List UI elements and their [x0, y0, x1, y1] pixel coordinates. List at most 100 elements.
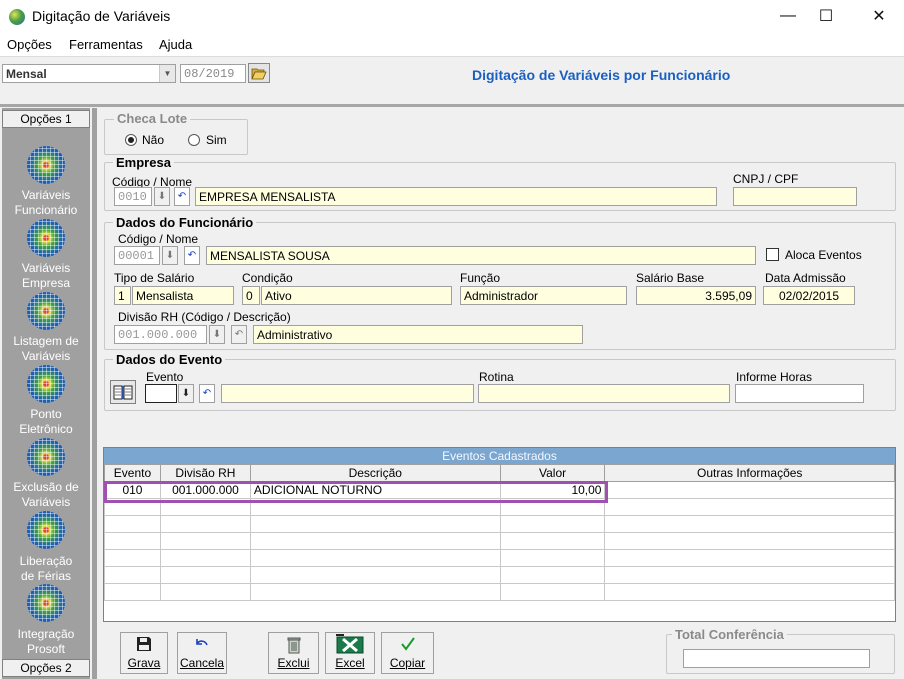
grava-button[interactable]: Grava [120, 632, 168, 674]
cnpj-field[interactable] [733, 187, 857, 206]
salario-base-field[interactable]: 3.595,09 [636, 286, 756, 305]
col-outras-informacoes[interactable]: Outras Informações [604, 464, 895, 482]
condicao-codigo[interactable]: 0 [242, 286, 260, 305]
evento-codigo-field[interactable] [145, 384, 177, 403]
menu-ferramentas[interactable]: Ferramentas [69, 37, 143, 52]
undo-icon[interactable]: ↶ [231, 325, 247, 344]
evento-legend: Dados do Evento [113, 352, 226, 367]
menu-opcoes[interactable]: Opções [7, 37, 52, 52]
sidebar-item-listagem-variaveis[interactable]: Listagem de Variáveis [2, 334, 90, 364]
checa-lote-legend: Checa Lote [114, 111, 191, 126]
globe-icon[interactable] [27, 146, 65, 184]
rotina-label: Rotina [479, 370, 514, 384]
folder-icon [251, 68, 267, 79]
trash-icon [287, 637, 300, 654]
download-icon[interactable]: ⬇ [178, 384, 194, 403]
table-row[interactable] [104, 566, 895, 584]
globe-icon[interactable] [27, 584, 65, 622]
col-evento[interactable]: Evento [104, 464, 161, 482]
rotina-field[interactable] [478, 384, 730, 403]
checkmark-icon [400, 637, 415, 651]
window-title: Digitação de Variáveis [32, 8, 171, 24]
funcao-label: Função [460, 271, 501, 285]
table-row[interactable] [104, 583, 895, 601]
page-title: Digitação de Variáveis por Funcionário [472, 67, 731, 83]
sidebar-tab-opcoes-2[interactable]: Opções 2 [2, 659, 90, 677]
table-row[interactable] [104, 532, 895, 550]
sidebar-splitter[interactable] [92, 108, 97, 679]
condicao-field[interactable]: Ativo [261, 286, 452, 305]
cancela-button[interactable]: Cancela [177, 632, 227, 674]
evento-label: Evento [146, 370, 184, 384]
funcionario-nome-field[interactable]: MENSALISTA SOUSA [206, 246, 756, 265]
undo-icon[interactable]: ↶ [174, 187, 190, 206]
sidebar-item-integracao-prosoft[interactable]: Integração Prosoft [2, 627, 90, 657]
radio-sim-label: Sim [206, 133, 227, 147]
sidebar-item-liberacao-ferias[interactable]: Liberação de Férias [2, 554, 90, 584]
open-folder-button[interactable] [248, 63, 270, 83]
maximize-button[interactable]: ☐ [803, 0, 849, 32]
evento-descricao-field[interactable] [221, 384, 474, 403]
chevron-down-icon[interactable]: ▼ [159, 65, 175, 82]
eventos-table-title: Eventos Cadastrados [104, 448, 895, 464]
sidebar-item-ponto-eletronico[interactable]: Ponto Eletrônico [2, 407, 90, 437]
period-date-field[interactable]: 08/2019 [180, 64, 246, 83]
close-button[interactable]: ✕ [856, 0, 902, 32]
table-row[interactable] [104, 549, 895, 567]
salario-base-label: Salário Base [636, 271, 705, 285]
exclui-button[interactable]: Exclui [268, 632, 319, 674]
col-divisao-rh[interactable]: Divisão RH [159, 464, 251, 482]
globe-icon[interactable] [27, 292, 65, 330]
table-header-row: Evento Divisão RH Descrição Valor Outras… [104, 464, 895, 482]
book-icon [113, 385, 133, 400]
excel-button[interactable]: Excel [325, 632, 375, 674]
menu-ajuda[interactable]: Ajuda [159, 37, 192, 52]
sidebar-item-variaveis-empresa[interactable]: Variáveis Empresa [2, 261, 90, 291]
sidebar-item-exclusao-variaveis[interactable]: Exclusão de Variáveis [2, 480, 90, 510]
empresa-legend: Empresa [113, 155, 174, 170]
funcionario-codigo-label: Código / Nome [118, 232, 199, 246]
download-icon[interactable]: ⬇ [162, 246, 178, 265]
informe-horas-label: Informe Horas [736, 370, 813, 384]
undo-icon [196, 639, 208, 646]
cnpj-label: CNPJ / CPF [733, 172, 799, 186]
download-icon[interactable]: ⬇ [209, 325, 225, 344]
tipo-salario-field[interactable]: Mensalista [132, 286, 234, 305]
tipo-salario-codigo[interactable]: 1 [114, 286, 131, 305]
tipo-salario-label: Tipo de Salário [114, 271, 195, 285]
data-admissao-field[interactable]: 02/02/2015 [763, 286, 855, 305]
radio-nao-label: Não [142, 133, 165, 147]
sidebar-tab-opcoes-1[interactable]: Opções 1 [2, 110, 90, 128]
empresa-codigo-field[interactable]: 0010 [114, 187, 152, 206]
globe-icon[interactable] [27, 219, 65, 257]
radio-sim[interactable] [188, 134, 200, 146]
undo-icon[interactable]: ↶ [184, 246, 200, 265]
download-icon[interactable]: ⬇ [154, 187, 170, 206]
radio-nao[interactable] [125, 134, 137, 146]
divisao-rh-codigo[interactable]: 001.000.000 [114, 325, 207, 344]
evento-lookup-button[interactable] [110, 380, 136, 404]
funcao-field[interactable]: Administrador [460, 286, 627, 305]
undo-icon[interactable]: ↶ [199, 384, 215, 403]
informe-horas-field[interactable] [735, 384, 864, 403]
col-valor[interactable]: Valor [499, 464, 606, 482]
globe-icon[interactable] [27, 365, 65, 403]
globe-icon[interactable] [27, 511, 65, 549]
empresa-nome-field[interactable]: EMPRESA MENSALISTA [195, 187, 717, 206]
period-select[interactable]: Mensal [2, 64, 176, 83]
app-icon [9, 9, 25, 25]
globe-icon[interactable] [27, 438, 65, 476]
col-descricao[interactable]: Descrição [249, 464, 501, 482]
table-row[interactable] [104, 515, 895, 533]
copiar-button[interactable]: Copiar [381, 632, 434, 674]
save-icon [137, 637, 151, 651]
aloca-eventos-checkbox[interactable] [766, 248, 779, 261]
funcionario-codigo-field[interactable]: 00001 [114, 246, 160, 265]
excel-icon [336, 634, 364, 654]
sidebar-item-variaveis-funcionario[interactable]: Variáveis Funcionário [2, 188, 90, 218]
divisao-rh-field[interactable]: Administrativo [253, 325, 583, 344]
condicao-label: Condição [242, 271, 293, 285]
aloca-eventos-label: Aloca Eventos [785, 248, 862, 262]
selected-row-highlight [104, 481, 608, 503]
cell-outras[interactable] [604, 481, 895, 499]
